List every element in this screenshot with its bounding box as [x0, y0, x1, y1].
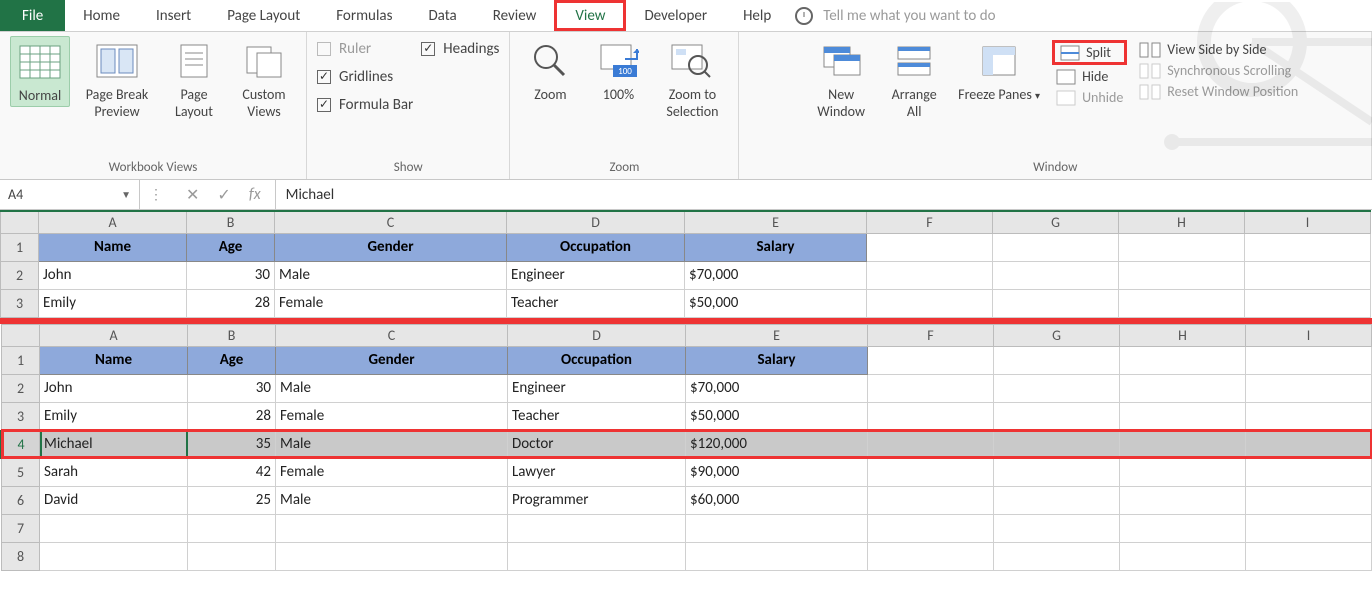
enter-icon[interactable]: ✓ [217, 185, 230, 205]
col-I[interactable]: I [1245, 211, 1371, 233]
headings-checkbox[interactable]: ✓Headings [421, 40, 499, 58]
group-show-label: Show [394, 160, 423, 177]
row-2[interactable]: 2 John 30 Male Engineer $70,000 [1, 261, 1371, 289]
gridlines-checkbox[interactable]: ✓Gridlines [317, 68, 413, 86]
column-headers[interactable]: A B C D E F G H I [1, 211, 1371, 233]
row-7b[interactable]: 7 [2, 514, 1372, 542]
select-all-corner[interactable] [1, 211, 39, 233]
name-box[interactable]: A4 ▼ [0, 180, 140, 209]
unhide-icon [1056, 90, 1076, 106]
page-layout-icon [171, 38, 217, 84]
row-5b[interactable]: 5 Sarah 42 Female Lawyer $90,000 [2, 458, 1372, 486]
page-layout-button[interactable]: Page Layout [164, 36, 224, 122]
row-2b[interactable]: 2 John 30 Male Engineer $70,000 [2, 374, 1372, 402]
unhide-button: Unhide [1052, 88, 1127, 107]
svg-text:100: 100 [619, 66, 633, 77]
row-1[interactable]: 1 Name Age Gender Occupation Salary [1, 233, 1371, 261]
ribbon: Normal Page Break Preview Page Layout Cu… [0, 32, 1372, 180]
tab-formulas[interactable]: Formulas [318, 0, 410, 31]
col-F[interactable]: F [867, 211, 993, 233]
row-6b[interactable]: 6 David 25 Male Programmer $60,000 [2, 486, 1372, 514]
reset-icon [1139, 84, 1161, 100]
tab-help[interactable]: Help [725, 0, 789, 31]
group-window: New Window Arrange All Freeze Panes ▾ Sp… [739, 32, 1372, 179]
column-headers-2[interactable]: A B C D E F G H I [2, 324, 1372, 346]
formula-bar: A4 ▼ ⋮ ✕ ✓ fx Michael [0, 180, 1372, 210]
magnifier-icon [527, 38, 573, 84]
row-4-selected[interactable]: 4 Michael 35 Male Doctor $120,000 [2, 430, 1372, 458]
cancel-icon[interactable]: ✕ [186, 185, 199, 205]
split-icon [1060, 45, 1080, 61]
row-3-partial[interactable]: 3 Emily 28 Female Teacher $50,000 [1, 289, 1371, 317]
split-button[interactable]: Split [1056, 43, 1123, 62]
group-zoom-label: Zoom [609, 160, 639, 177]
tab-file[interactable]: File [0, 0, 65, 31]
page-layout-label: Page Layout [168, 86, 220, 120]
col-G[interactable]: G [993, 211, 1119, 233]
custom-views-icon [241, 38, 287, 84]
group-show: Ruler ✓Gridlines ✓Formula Bar ✓Headings … [307, 32, 510, 179]
name-box-value: A4 [8, 186, 23, 203]
name-box-dropdown-icon[interactable]: ▼ [121, 188, 131, 201]
group-window-label: Window [1033, 160, 1077, 177]
normal-icon [17, 39, 63, 85]
hide-button[interactable]: Hide [1052, 67, 1127, 86]
tab-home[interactable]: Home [65, 0, 138, 31]
col-B[interactable]: B [187, 211, 275, 233]
page-break-icon [94, 38, 140, 84]
side-by-side-icon [1139, 42, 1161, 58]
formula-input[interactable]: Michael [276, 186, 1372, 204]
zoom-button[interactable]: Zoom [520, 36, 580, 105]
formula-bar-checkbox[interactable]: ✓Formula Bar [317, 96, 413, 114]
ruler-checkbox: Ruler [317, 40, 413, 58]
col-D[interactable]: D [507, 211, 685, 233]
freeze-panes-button[interactable]: Freeze Panes ▾ [954, 36, 1044, 105]
normal-view-button[interactable]: Normal [10, 36, 70, 107]
col-H[interactable]: H [1119, 211, 1245, 233]
custom-views-button[interactable]: Custom Views [232, 36, 296, 122]
cell-A4[interactable]: Michael [40, 430, 188, 458]
page-break-label: Page Break Preview [82, 86, 152, 120]
group-workbook-views: Normal Page Break Preview Page Layout Cu… [0, 32, 307, 179]
reset-pos-button: Reset Window Position [1135, 82, 1302, 101]
zoom-selection-button[interactable]: Zoom to Selection [656, 36, 728, 122]
group-workbook-views-label: Workbook Views [109, 160, 198, 177]
freeze-icon [976, 38, 1022, 84]
row-8b[interactable]: 8 [2, 542, 1372, 570]
row-3b[interactable]: 3 Emily 28 Female Teacher $50,000 [2, 402, 1372, 430]
tab-developer[interactable]: Developer [626, 0, 725, 31]
view-side-button[interactable]: View Side by Side [1135, 40, 1302, 59]
custom-views-label: Custom Views [236, 86, 292, 120]
arrange-icon [891, 38, 937, 84]
tab-insert[interactable]: Insert [138, 0, 209, 31]
tab-review[interactable]: Review [475, 0, 555, 31]
new-window-icon [818, 38, 864, 84]
lightbulb-icon [795, 7, 813, 25]
group-zoom: Zoom 100 100% Zoom to Selection Zoom [510, 32, 739, 179]
sync-scroll-icon [1139, 63, 1161, 79]
tell-me-label: Tell me what you want to do [823, 7, 995, 25]
normal-label: Normal [19, 87, 61, 104]
tab-page-layout[interactable]: Page Layout [209, 0, 318, 31]
hide-icon [1056, 69, 1076, 85]
col-C[interactable]: C [275, 211, 507, 233]
zoom-selection-icon [669, 38, 715, 84]
ribbon-tabs: File Home Insert Page Layout Formulas Da… [0, 0, 1372, 32]
page-break-preview-button[interactable]: Page Break Preview [78, 36, 156, 122]
zoom-100-button[interactable]: 100 100% [588, 36, 648, 105]
col-E[interactable]: E [685, 211, 867, 233]
col-A[interactable]: A [39, 211, 187, 233]
tab-data[interactable]: Data [410, 0, 474, 31]
worksheet[interactable]: A B C D E F G H I 1 Name Age Gender Occu… [0, 210, 1372, 571]
tab-view[interactable]: View [554, 0, 626, 31]
sync-scroll-button: Synchronous Scrolling [1135, 61, 1302, 80]
fx-icon[interactable]: fx [249, 185, 261, 204]
tell-me[interactable]: Tell me what you want to do [795, 0, 995, 31]
arrange-all-button[interactable]: Arrange All [882, 36, 946, 122]
row-1b[interactable]: 1 Name Age Gender Occupation Salary [2, 346, 1372, 374]
new-window-button[interactable]: New Window [808, 36, 874, 122]
sheet-100-icon: 100 [595, 38, 641, 84]
split-highlight: Split [1052, 40, 1127, 65]
